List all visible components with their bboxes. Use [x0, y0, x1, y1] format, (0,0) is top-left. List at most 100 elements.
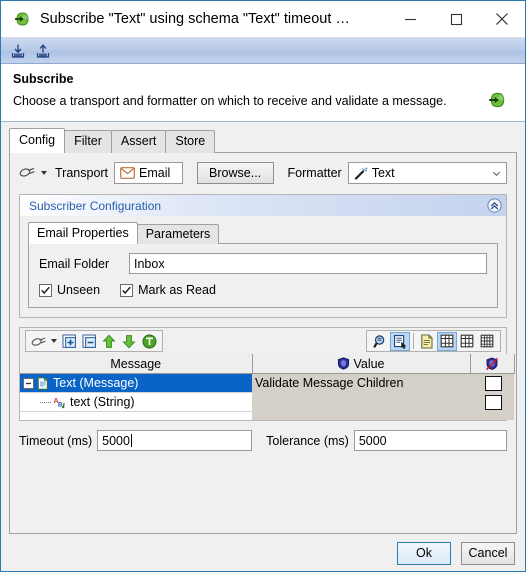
tab-store[interactable]: Store	[165, 130, 216, 153]
tab-assert[interactable]: Assert	[110, 130, 167, 153]
row-message-cell[interactable]: A B text (String)	[20, 392, 252, 412]
browse-button[interactable]: Browse...	[196, 162, 274, 184]
dialog-window: Subscribe "Text" using schema "Text" tim…	[0, 0, 526, 572]
grid-medium-icon[interactable]	[457, 332, 477, 351]
column-label: Message	[110, 356, 162, 371]
tolerance-label: Tolerance (ms)	[266, 433, 349, 448]
row-label: Text (Message)	[53, 376, 139, 390]
message-toolbar	[20, 328, 506, 354]
move-up-icon[interactable]	[99, 332, 119, 351]
subscriber-tab-bar: Email Properties Parameters	[28, 222, 498, 244]
toolbar-separator	[413, 333, 414, 349]
pipe-icon[interactable]	[29, 332, 49, 351]
close-button[interactable]	[479, 1, 525, 37]
timeout-label: Timeout (ms)	[19, 433, 93, 448]
row-check-cell[interactable]	[470, 373, 514, 393]
zoom-icon[interactable]	[370, 332, 390, 351]
row-label: text (String)	[70, 395, 135, 409]
row-checkbox[interactable]	[485, 394, 502, 410]
title-bar: Subscribe "Text" using schema "Text" tim…	[1, 1, 525, 38]
email-folder-row: Email Folder Inbox	[39, 253, 487, 274]
column-label: Value	[353, 356, 385, 371]
email-flags-row: Unseen Mark as Read	[39, 283, 487, 297]
ok-button[interactable]: Ok	[397, 541, 451, 565]
tolerance-input[interactable]: 5000	[353, 430, 507, 451]
browse-label: Browse...	[209, 166, 262, 180]
tab-label: Filter	[74, 134, 102, 148]
row-value-cell[interactable]	[252, 392, 470, 412]
export-icon[interactable]	[32, 41, 54, 61]
column-header-disabled[interactable]	[470, 354, 515, 374]
text-caret	[130, 434, 132, 447]
pipe-selector-button[interactable]	[19, 165, 47, 182]
formatter-combo[interactable]: Text	[347, 162, 507, 184]
tab-config[interactable]: Config	[9, 128, 66, 153]
unseen-label: Unseen	[57, 283, 101, 297]
table-row[interactable]: A B text (String)	[20, 392, 514, 412]
transport-value: Email	[139, 166, 171, 180]
shield-icon	[337, 357, 350, 371]
grid-small-icon[interactable]	[437, 331, 457, 351]
timeout-value: 5000	[102, 433, 130, 448]
tab-parameters[interactable]: Parameters	[136, 224, 220, 244]
window-controls	[387, 1, 525, 37]
column-header-message[interactable]: Message	[20, 354, 253, 374]
green-arrow-icon	[487, 90, 507, 110]
row-message-cell[interactable]: Text (Message)	[20, 373, 252, 393]
row-check-cell[interactable]	[470, 392, 514, 412]
string-ab-icon: A B	[53, 396, 66, 409]
subscriber-configuration-group: Subscriber Configuration Email Propertie…	[19, 194, 507, 318]
mark-as-read-checkbox[interactable]	[120, 283, 134, 297]
banner-title: Subscribe	[13, 72, 74, 86]
table-header-row: Message Value	[20, 354, 515, 374]
mark-as-read-label: Mark as Read	[138, 283, 216, 297]
tab-filter[interactable]: Filter	[64, 130, 112, 153]
column-header-value[interactable]: Value	[252, 354, 471, 374]
message-right-toolgroup	[366, 330, 501, 352]
timing-row: Timeout (ms) 5000 Tolerance (ms) 5000	[19, 430, 507, 453]
grid-large-icon[interactable]	[477, 332, 497, 351]
inspect-icon[interactable]	[390, 331, 410, 351]
main-toolbar	[1, 38, 525, 64]
tab-label: Store	[175, 134, 206, 148]
tab-email-properties[interactable]: Email Properties	[28, 222, 138, 244]
row-value-cell[interactable]: Validate Message Children	[252, 373, 470, 393]
cancel-label: Cancel	[468, 546, 508, 560]
tree-line	[40, 401, 51, 403]
formatter-label: Formatter	[287, 166, 342, 180]
green-arrow-icon	[13, 10, 31, 28]
timeout-input[interactable]: 5000	[97, 430, 253, 451]
group-body: Email Properties Parameters Email Folder…	[20, 216, 506, 317]
document-icon[interactable]	[417, 332, 437, 351]
move-down-icon[interactable]	[119, 332, 139, 351]
transport-label: Transport	[55, 166, 109, 180]
cancel-button[interactable]: Cancel	[461, 541, 515, 565]
table-filler-row	[20, 411, 514, 420]
transport-row: Transport Email Browse... Formatter Text	[19, 161, 507, 185]
config-panel: Transport Email Browse... Formatter Text…	[9, 152, 517, 534]
chevron-up-double-icon[interactable]	[487, 198, 502, 213]
remove-node-icon[interactable]	[79, 332, 99, 351]
validate-icon[interactable]	[139, 332, 159, 351]
transport-combo[interactable]: Email	[114, 162, 183, 184]
collapse-toggle[interactable]	[23, 377, 34, 389]
email-icon	[120, 167, 135, 179]
chevron-down-icon	[41, 171, 47, 175]
add-node-icon[interactable]	[59, 332, 79, 351]
minimize-button[interactable]	[387, 1, 433, 37]
banner-description: Choose a transport and formatter on whic…	[13, 94, 447, 108]
email-folder-value: Inbox	[134, 256, 165, 271]
table-row[interactable]: Text (Message) Validate Message Children	[20, 373, 514, 393]
email-properties-panel: Email Folder Inbox Unseen Mark as Read	[28, 243, 498, 308]
group-header[interactable]: Subscriber Configuration	[20, 195, 506, 216]
message-table: Message Value Text (Message) Validate Me…	[20, 354, 515, 420]
chevron-down-icon[interactable]	[49, 332, 59, 351]
maximize-button[interactable]	[433, 1, 479, 37]
email-folder-input[interactable]: Inbox	[129, 253, 487, 274]
shield-disabled-icon	[485, 357, 499, 371]
banner: Subscribe Choose a transport and formatt…	[1, 64, 525, 122]
unseen-checkbox[interactable]	[39, 283, 52, 297]
import-icon[interactable]	[7, 41, 29, 61]
tab-label: Assert	[120, 134, 157, 148]
row-checkbox[interactable]	[485, 375, 502, 391]
